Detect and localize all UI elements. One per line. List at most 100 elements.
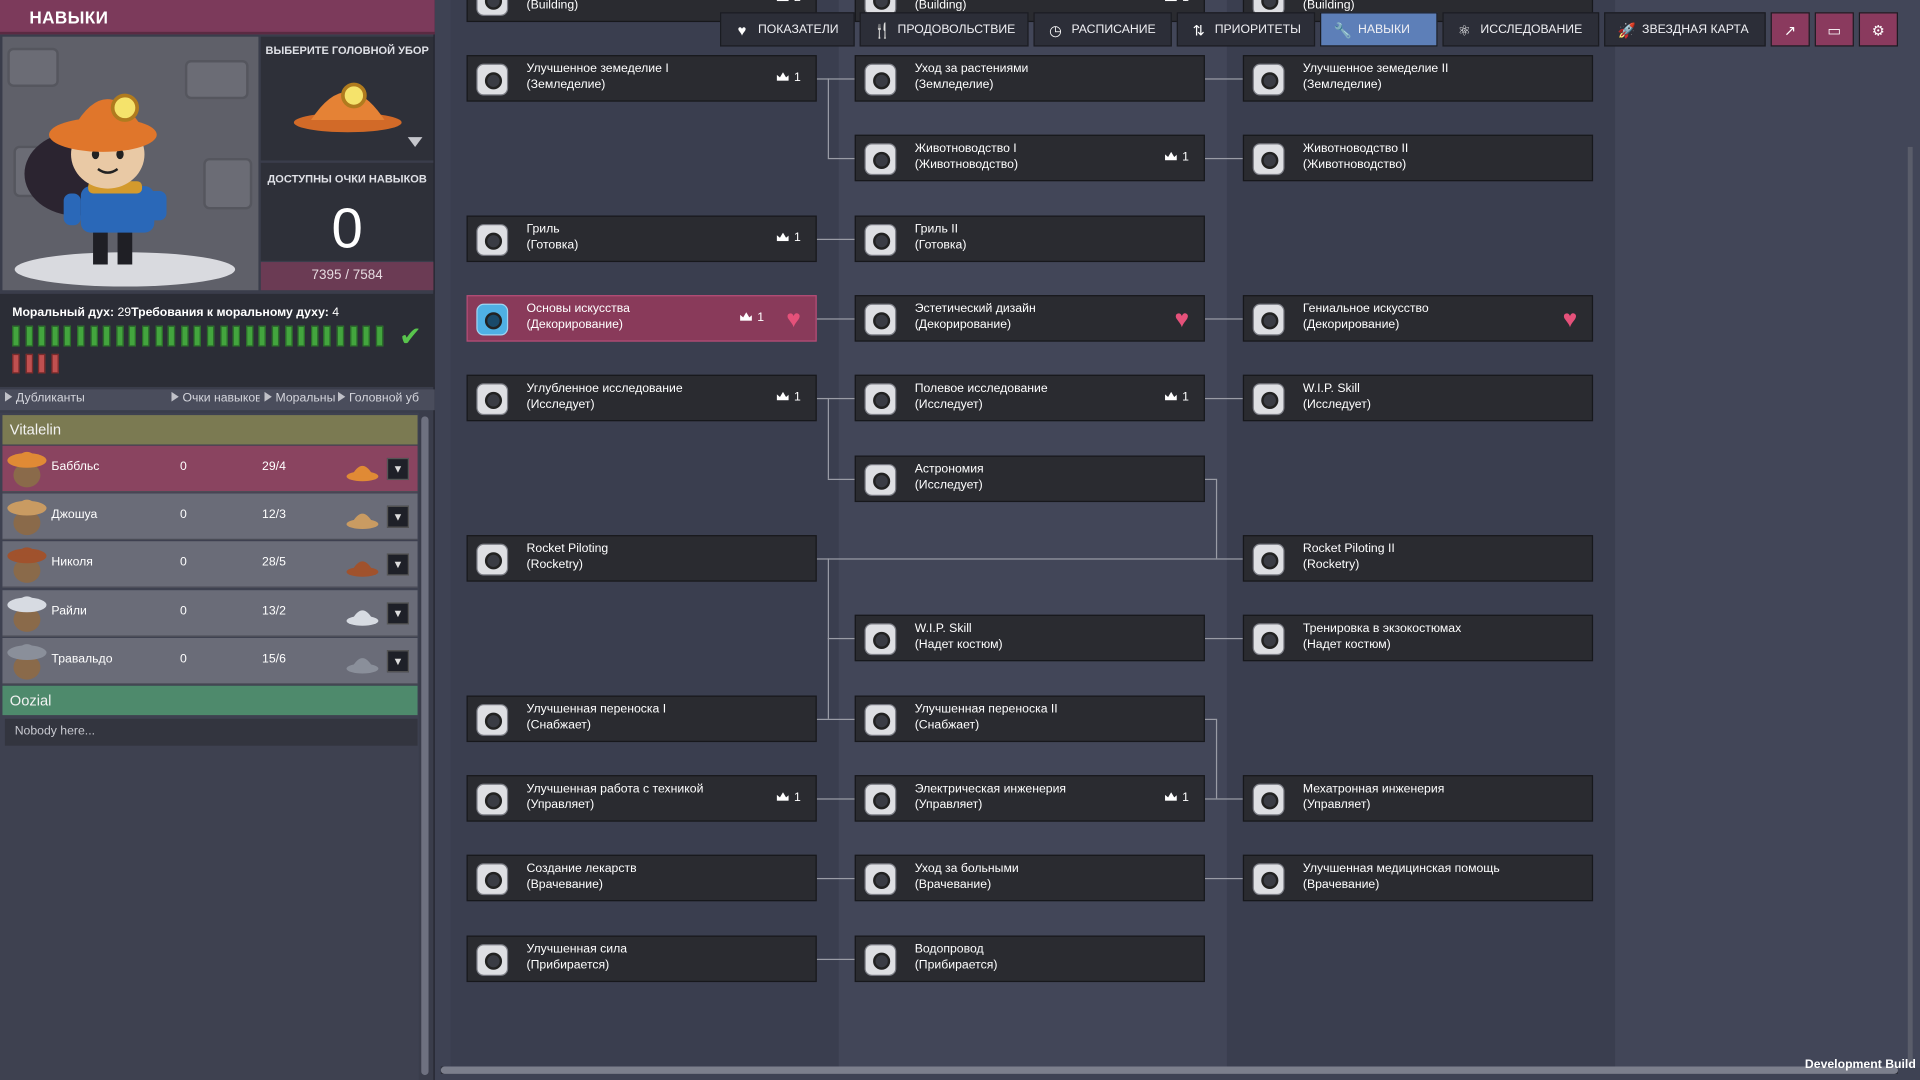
horizontal-scrollbar[interactable] bbox=[440, 1066, 1898, 1074]
duplicant-name: Джошуа bbox=[51, 508, 98, 522]
skill-node[interactable]: W.I.P. Skill (Надет костюм) bbox=[854, 614, 1205, 662]
group-header-vitalelin[interactable]: Vitalelin bbox=[2, 415, 418, 445]
tab-food[interactable]: 🍴 ПРОДОВОЛЬСТВИЕ bbox=[859, 12, 1029, 47]
tab-vitals[interactable]: ♥ ПОКАЗАТЕЛИ bbox=[720, 12, 855, 47]
skill-group: (Надет костюм) bbox=[914, 637, 1003, 652]
column-points[interactable]: Очки навыков bbox=[171, 391, 260, 406]
skill-node[interactable]: Улучшенная сила (Прибирается) bbox=[466, 935, 817, 983]
skill-node[interactable]: Электрическая инженерия (Управляет) 1 bbox=[854, 775, 1205, 822]
rocket-icon: 🚀 bbox=[1617, 22, 1636, 40]
connector-line bbox=[827, 157, 855, 160]
panel-title-bar: НАВЫКИ bbox=[0, 0, 435, 35]
skill-node[interactable]: Углубленное исследование (Исследует) 1 bbox=[466, 374, 817, 422]
skill-node[interactable]: Улучшенная переноска I (Снабжает) bbox=[466, 695, 817, 743]
skill-icon bbox=[864, 944, 897, 976]
hat-dropdown-button[interactable]: ▼ bbox=[386, 601, 409, 624]
skill-node[interactable]: Животноводство I (Животноводство) 1 bbox=[854, 134, 1205, 182]
column-points-label: Очки навыков bbox=[182, 391, 260, 406]
morale-bar-green bbox=[90, 325, 98, 347]
tab-skills[interactable]: 🔧 НАВЫКИ bbox=[1320, 12, 1438, 47]
skill-node[interactable]: Мехатронная инженерия (Управляет) bbox=[1242, 775, 1594, 822]
duplicant-row[interactable]: Райли 0 13/2 ▼ bbox=[2, 589, 418, 637]
heart-icon: ♥ bbox=[1174, 306, 1189, 334]
development-build-label: Development Build bbox=[1804, 1057, 1916, 1072]
list-scroll-thumb[interactable] bbox=[421, 416, 429, 1076]
skill-node[interactable]: Улучшенное земеделие I (Земледелие) 1 bbox=[466, 55, 817, 102]
skill-node[interactable]: Гениальное искусство (Декорирование) ♥ bbox=[1242, 295, 1594, 342]
morale-bar-green bbox=[142, 325, 150, 347]
skill-node[interactable]: Rocket Piloting (Rocketry) bbox=[466, 535, 817, 582]
skill-icon bbox=[476, 704, 509, 736]
skill-node[interactable]: Полевое исследование (Исследует) 1 bbox=[854, 374, 1205, 422]
food-icon: 🍴 bbox=[873, 22, 892, 40]
settings-button[interactable]: ⚙ bbox=[1858, 12, 1898, 47]
skill-icon bbox=[476, 383, 509, 416]
tab-starmap[interactable]: 🚀 ЗВЕЗДНАЯ КАРТА bbox=[1604, 12, 1766, 47]
hat-dropdown-button[interactable]: ▼ bbox=[386, 649, 409, 673]
duplicant-row[interactable]: Николя 0 28/5 ▼ bbox=[2, 541, 418, 589]
skill-name: Гениальное искусство bbox=[1302, 302, 1429, 316]
stats-button[interactable]: ↗ bbox=[1770, 12, 1810, 47]
skill-group: (Декорирование) bbox=[526, 318, 623, 332]
hat-dropdown-button[interactable]: ▼ bbox=[386, 505, 409, 528]
tab-research[interactable]: ⚛ ИССЛЕДОВАНИЕ bbox=[1442, 12, 1600, 47]
tab-schedule[interactable]: ◷ РАСПИСАНИЕ bbox=[1033, 12, 1172, 47]
morale-bar-green bbox=[25, 325, 33, 347]
skill-icon bbox=[1252, 63, 1285, 96]
column-hat[interactable]: Головной убор bbox=[337, 391, 419, 405]
skill-node[interactable]: Улучшенная медицинская помощь (Врачевание… bbox=[1242, 854, 1594, 902]
skill-group: (Готовка) bbox=[914, 238, 967, 253]
skill-group: (Животноводство) bbox=[1302, 157, 1407, 172]
duplicant-row[interactable]: Баббльс 0 29/4 ▼ bbox=[2, 445, 418, 493]
skill-node[interactable]: Rocket Piloting II (Rocketry) bbox=[1242, 535, 1594, 582]
skill-node[interactable]: Астрономия (Исследует) bbox=[854, 455, 1205, 503]
tab-priorities[interactable]: ⇅ ПРИОРИТЕТЫ bbox=[1176, 12, 1316, 47]
column-morale[interactable]: Моральный дух bbox=[264, 391, 336, 405]
skill-group: (Снабжает) bbox=[526, 718, 592, 733]
hat-dropdown-button[interactable]: ▼ bbox=[386, 553, 409, 576]
hat-icon bbox=[346, 657, 379, 674]
skill-node[interactable]: Улучшенная переноска II (Снабжает) bbox=[854, 695, 1205, 743]
morale-bar-green bbox=[129, 325, 137, 347]
skill-group: (Управляет) bbox=[914, 798, 983, 812]
morale-bar-red bbox=[25, 353, 33, 374]
skill-node[interactable]: Уход за больными (Врачевание) bbox=[854, 854, 1205, 902]
duplicant-row[interactable]: Джошуа 0 12/3 ▼ bbox=[2, 493, 418, 541]
skill-node[interactable]: W.I.P. Skill (Исследует) bbox=[1242, 374, 1594, 422]
group-header-oozial[interactable]: Oozial bbox=[2, 685, 418, 716]
skill-node[interactable]: Основы искусства (Декорирование) 1 ♥ bbox=[466, 295, 817, 342]
skill-points-value: 0 bbox=[331, 195, 363, 260]
hat-dropdown-button[interactable]: ▼ bbox=[386, 457, 409, 481]
scroll-thumb[interactable] bbox=[440, 1066, 1898, 1074]
hat-selector[interactable]: ВЫБЕРИТЕ ГОЛОВНОЙ УБОР bbox=[260, 36, 434, 161]
skill-name: Гриль II bbox=[914, 222, 959, 237]
skill-name: Углубленное исследование bbox=[526, 382, 683, 396]
column-dupes[interactable]: Дубликанты bbox=[4, 391, 164, 405]
codex-button[interactable]: ▭ bbox=[1814, 12, 1854, 47]
skill-icon bbox=[864, 303, 897, 336]
skill-icon bbox=[864, 704, 897, 736]
skill-node[interactable]: Гриль II (Готовка) bbox=[854, 215, 1205, 263]
duplicant-skill-points: 0 bbox=[180, 460, 187, 474]
skill-learned-count: 1 bbox=[1165, 0, 1189, 5]
morale-bar-green bbox=[38, 325, 46, 347]
list-scrollbar[interactable] bbox=[421, 416, 429, 1076]
skill-learned-count: 1 bbox=[1165, 391, 1189, 404]
skill-name: Астрономия bbox=[914, 462, 984, 477]
skill-node[interactable]: Тренировка в экзокостюмах (Надет костюм) bbox=[1242, 614, 1594, 662]
duplicant-row[interactable]: Травальдо 0 15/6 ▼ bbox=[2, 637, 418, 685]
skill-node[interactable]: Животноводство II (Животноводство) bbox=[1242, 134, 1594, 182]
skill-node[interactable]: Создание лекарств (Врачевание) bbox=[466, 854, 817, 902]
skill-node[interactable]: Уход за растениями (Земледелие) bbox=[854, 55, 1205, 102]
hat-dropdown-arrow-icon[interactable] bbox=[407, 137, 423, 147]
skill-node[interactable]: Улучшенное земеделие II (Земледелие) bbox=[1242, 55, 1594, 102]
tab-label: НАВЫКИ bbox=[1357, 23, 1410, 37]
skill-name: Уход за больными bbox=[914, 862, 1019, 876]
tree-vertical-scrollbar[interactable] bbox=[1907, 146, 1913, 1066]
skill-node[interactable]: Водопровод (Прибирается) bbox=[854, 935, 1205, 983]
connector-line bbox=[816, 958, 855, 961]
skill-group: (Снабжает) bbox=[914, 718, 980, 733]
skill-node[interactable]: Гриль (Готовка) 1 bbox=[466, 215, 817, 263]
skill-node[interactable]: Улучшенная работа с техникой (Управляет) 1 bbox=[466, 775, 817, 822]
skill-node[interactable]: Эстетический дизайн (Декорирование) ♥ bbox=[854, 295, 1205, 342]
